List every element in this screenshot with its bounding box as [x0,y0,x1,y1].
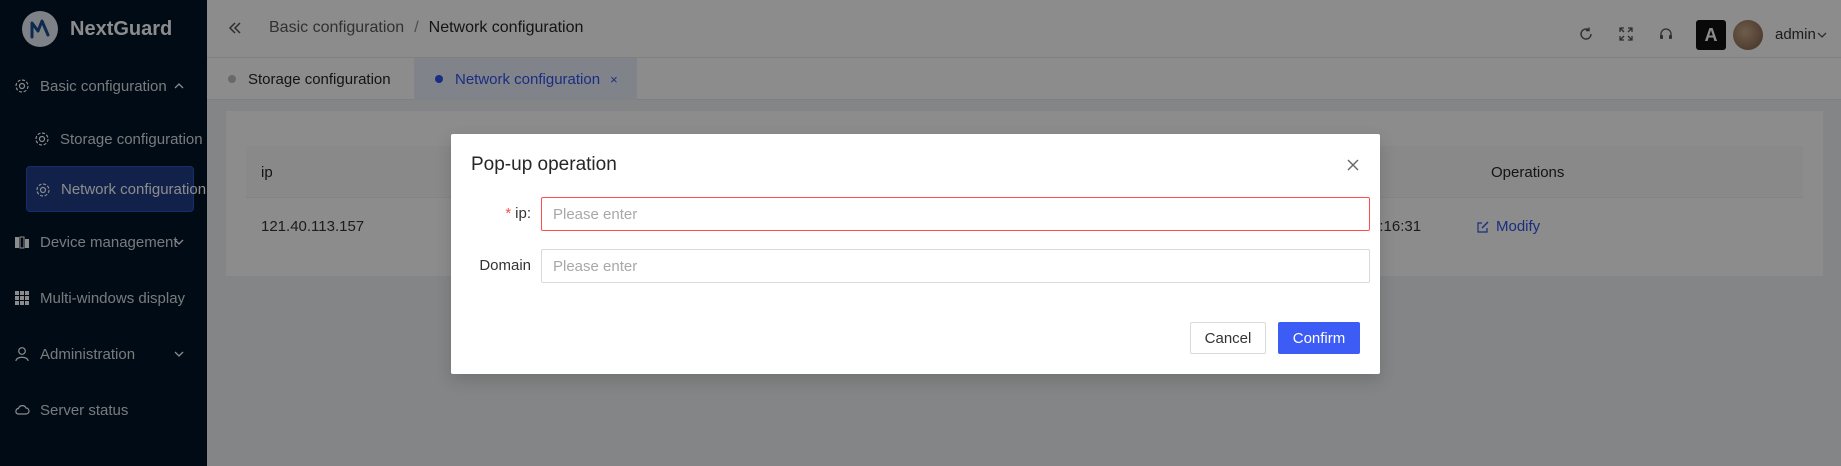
domain-input[interactable] [541,249,1370,283]
ip-field-label: * ip: [471,205,531,222]
cancel-button[interactable]: Cancel [1190,322,1266,354]
dialog-title: Pop-up operation [471,154,617,175]
close-icon[interactable] [1346,158,1360,172]
domain-field-label: Domain [479,257,531,274]
popup-dialog: Pop-up operation *ip: Domain Cancel Conf… [451,134,1380,374]
confirm-button[interactable]: Confirm [1278,322,1360,354]
ip-input[interactable] [541,197,1370,231]
required-mark: * [505,205,512,222]
ip-label-text: ip: [515,205,531,222]
